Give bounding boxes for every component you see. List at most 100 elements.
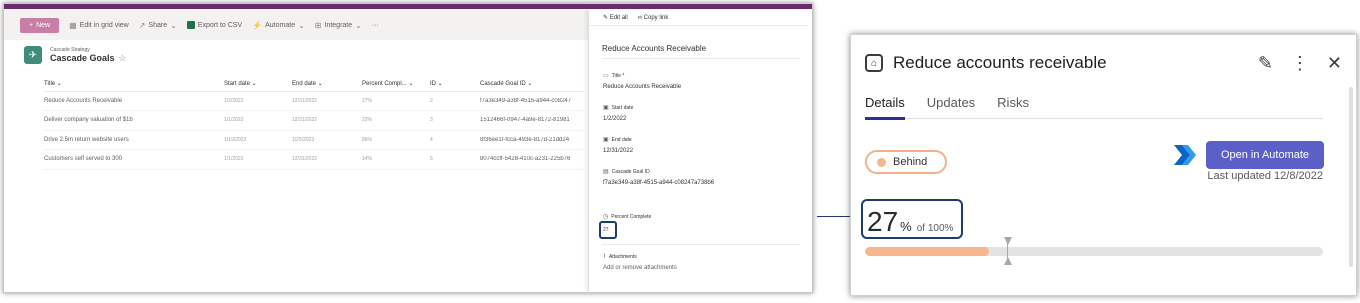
cell-title[interactable]: Customers self served to 300: [44, 149, 224, 170]
pencil-icon[interactable]: ✎: [1258, 53, 1273, 74]
tab-updates[interactable]: Updates: [927, 95, 975, 119]
power-automate-icon: [1174, 145, 1196, 165]
card-title: Reduce accounts receivable: [893, 53, 1107, 72]
list-title: Cascade Goals ☆: [50, 52, 127, 63]
list-header: ✈ Cascade Strategy Cascade Goals ☆: [24, 46, 127, 64]
cell-title[interactable]: Reduce Accounts Receivable: [44, 91, 224, 111]
copy-link-button[interactable]: ∞ Copy link: [638, 15, 669, 21]
start-date-field[interactable]: ▣ Start date 1/2/2022: [603, 104, 633, 123]
column-header-start-date[interactable]: Start date ⌄: [224, 77, 292, 92]
percent-complete-field[interactable]: 27: [599, 221, 617, 239]
column-header-id[interactable]: ID ⌄: [430, 77, 480, 92]
column-header-end-date[interactable]: End date ⌄: [292, 77, 362, 92]
cell-start: 1/2/2022: [224, 91, 292, 111]
export-csv-button[interactable]: Export to CSV: [186, 21, 242, 29]
cell-id: 4: [430, 130, 480, 150]
integrate-icon: ⊞: [314, 20, 322, 30]
cell-end: 1/25/2023: [292, 130, 362, 150]
automate-icon: ⚡: [252, 20, 263, 30]
cell-start: 1/1/2022: [224, 110, 292, 131]
text-icon: ▤: [603, 169, 609, 175]
list-table: Title ⌄ Start date ⌄ End date ⌄ Percent …: [44, 77, 584, 170]
goal-icon: ⌂: [865, 54, 883, 72]
tab-details[interactable]: Details: [865, 95, 905, 120]
star-icon[interactable]: ☆: [119, 53, 127, 63]
open-in-automate-button[interactable]: Open in Automate: [1206, 141, 1324, 169]
detail-pane: ✎ Edit all ∞ Copy link Reduce Accounts R…: [588, 10, 808, 292]
cell-title[interactable]: Drive 2.5m return website users: [44, 130, 224, 150]
edit-all-button[interactable]: ✎ Edit all: [603, 14, 628, 21]
more-vertical-icon[interactable]: ⋮: [1291, 53, 1309, 74]
end-date-field[interactable]: ▣ End date 12/31/2022: [603, 136, 633, 155]
goal-id-field[interactable]: ▤ Cascade Goal ID f7a3e349-a38f-4515-a944…: [603, 168, 714, 187]
cell-start: 1/1/2022: [224, 149, 292, 170]
table-row[interactable]: Deliver company valuation of $1b 1/1/202…: [44, 110, 584, 131]
last-updated-text: Last updated 12/8/2022: [1207, 170, 1323, 182]
edit-grid-button[interactable]: ▦ Edit in grid view: [69, 21, 129, 30]
close-icon[interactable]: ✕: [1327, 53, 1342, 74]
cell-goal-id: f7a3e349-a38f-4515-a944-c08247: [480, 91, 584, 111]
card-header: ⌂ Reduce accounts receivable: [865, 53, 1107, 73]
table-row[interactable]: Reduce Accounts Receivable 1/2/2022 12/3…: [44, 91, 584, 111]
column-header-percent[interactable]: Percent Compl... ⌄: [362, 77, 430, 92]
status-badge: Behind: [865, 150, 947, 174]
accent-bar: [4, 4, 812, 9]
command-bar: + New ▦ Edit in grid view ↗ Share ⌄ Export t…: [4, 10, 589, 40]
status-dot-icon: [877, 157, 886, 167]
chevron-down-icon: ⌄: [298, 20, 305, 30]
scrollbar[interactable]: [1349, 87, 1353, 267]
calendar-icon: ▣: [603, 105, 609, 111]
excel-icon: [186, 21, 195, 29]
integrate-button[interactable]: ⊞ Integrate ⌄: [315, 21, 362, 30]
tab-bar: Details Updates Risks: [865, 95, 1323, 120]
title-field[interactable]: ▭ Title * Reduce Accounts Receivable: [603, 72, 681, 91]
goal-detail-card: ⌂ Reduce accounts receivable ✎ ⋮ ✕ Detai…: [850, 34, 1357, 296]
cell-percent: 22%: [362, 110, 430, 131]
attachments-link[interactable]: Add or remove attachments: [603, 265, 677, 271]
percent-symbol: %: [900, 219, 912, 234]
new-button[interactable]: + New: [20, 17, 60, 33]
cell-percent: 27%: [362, 91, 430, 111]
cell-goal-id: 8f36ee1f-fcca-493e-817d-21dd24: [480, 130, 584, 150]
card-actions: ✎ ⋮ ✕: [1258, 53, 1342, 74]
share-icon: ↗: [138, 20, 146, 30]
cell-end: 12/31/2022: [292, 91, 362, 111]
pane-item-title: Reduce Accounts Receivable: [602, 44, 707, 53]
cell-title[interactable]: Deliver company valuation of $1b: [44, 110, 224, 131]
percent-total: of 100%: [916, 223, 954, 234]
pencil-icon: ✎: [603, 15, 609, 21]
number-icon: ◷: [603, 214, 609, 220]
automate-button[interactable]: ⚡ Automate ⌄: [252, 21, 305, 30]
percent-value: 27: [867, 206, 899, 237]
chevron-down-icon: ⌄: [355, 20, 362, 30]
divider: [602, 58, 800, 59]
cell-percent: 86%: [362, 130, 430, 150]
calendar-icon: ▣: [603, 137, 609, 143]
chevron-down-icon: ⌄: [170, 20, 177, 30]
tab-risks[interactable]: Risks: [997, 95, 1029, 119]
percent-display: 27 % of 100%: [861, 199, 963, 239]
cell-goal-id: 1512466f-0947-4a9e-8172-81981: [480, 110, 584, 131]
attachments-field[interactable]: ⌇ Attachments Add or remove attachments: [603, 253, 677, 272]
percent-complete-label: ◷ Percent Complete: [603, 213, 652, 221]
pane-toolbar: ✎ Edit all ∞ Copy link: [589, 10, 808, 26]
share-button[interactable]: ↗ Share ⌄: [139, 21, 177, 30]
column-header-goal-id[interactable]: Cascade Goal ID ⌄: [480, 77, 584, 92]
divider: [602, 244, 800, 245]
cell-start: 1/19/2022: [224, 130, 292, 150]
cell-end: 12/31/2022: [292, 110, 362, 131]
cell-percent: 14%: [362, 149, 430, 170]
table-row[interactable]: Customers self served to 300 1/1/2022 12…: [44, 149, 584, 170]
table-row[interactable]: Drive 2.5m return website users 1/19/202…: [44, 130, 584, 150]
column-header-title[interactable]: Title ⌄: [44, 77, 224, 92]
rocket-icon: ✈: [24, 46, 42, 64]
target-marker-bottom-icon: [1004, 257, 1012, 265]
progress-bar: [865, 247, 1323, 256]
connector-arrow: [817, 216, 853, 217]
sharepoint-window: + New ▦ Edit in grid view ↗ Share ⌄ Export t…: [3, 3, 813, 293]
more-button[interactable]: ···: [372, 22, 379, 29]
text-icon: ▭: [603, 73, 609, 79]
plus-icon: +: [29, 21, 34, 29]
progress-fill: [865, 247, 989, 256]
link-icon: ∞: [637, 14, 642, 21]
